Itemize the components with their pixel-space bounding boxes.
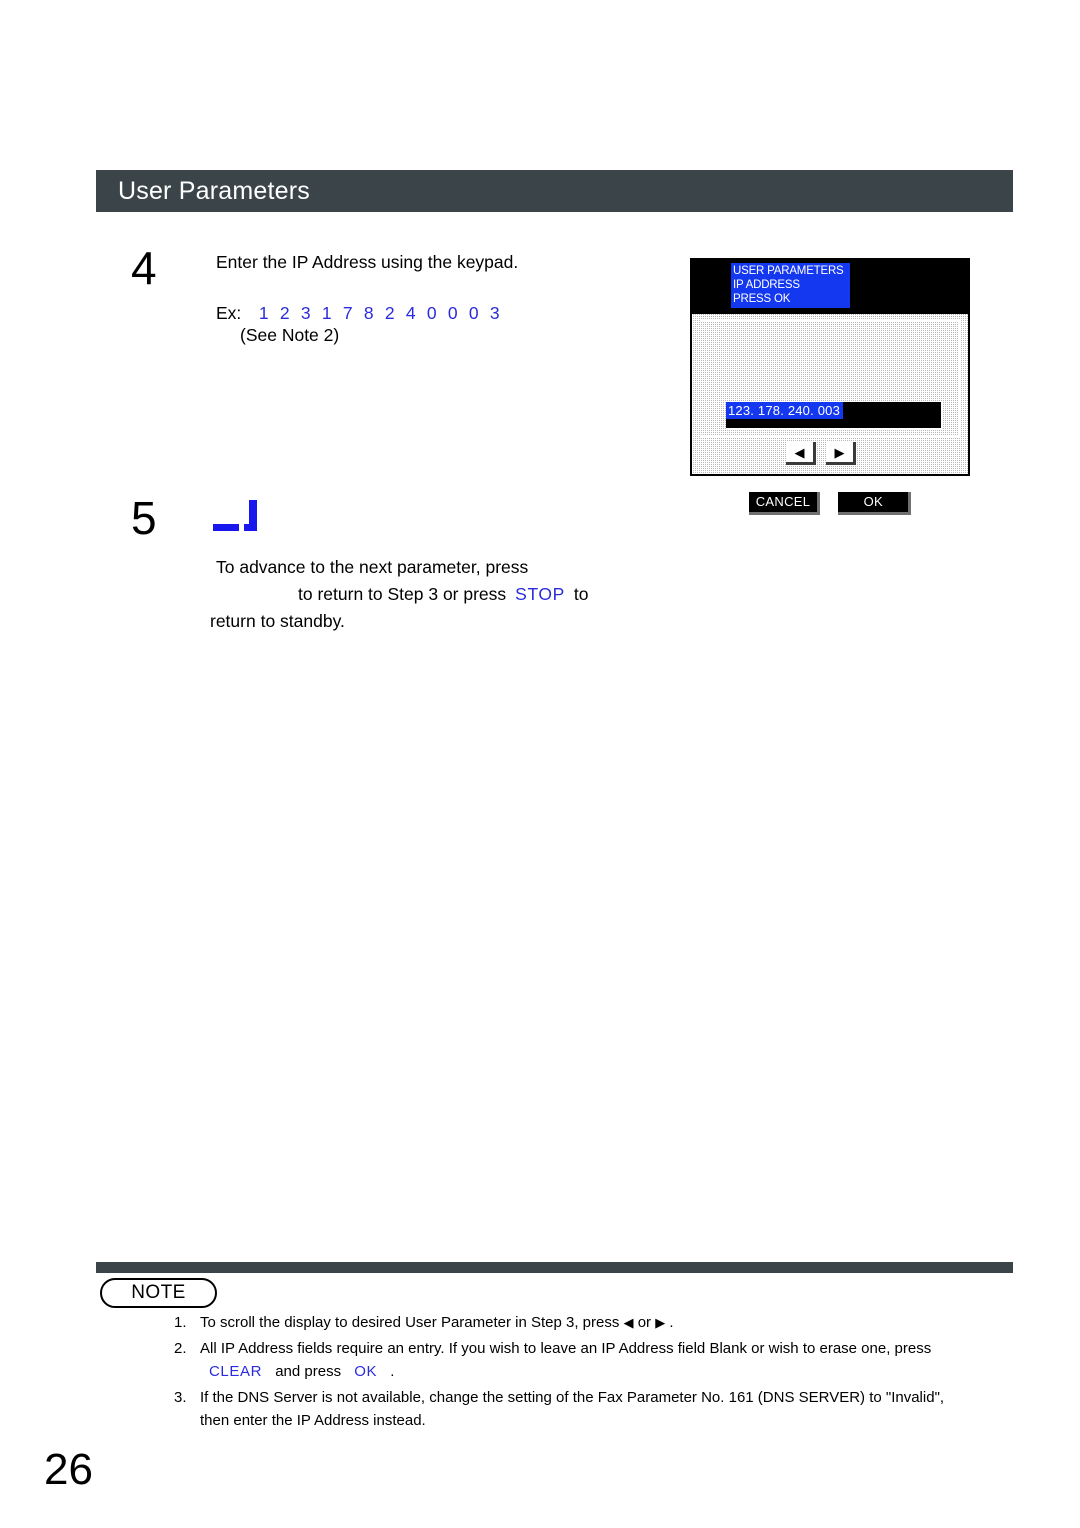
- note-continuation: CLEAR and press OK .: [200, 1360, 1024, 1383]
- note-text: All IP Address fields require an entry. …: [200, 1340, 932, 1357]
- step-4-instruction: Enter the IP Address using the keypad.: [216, 252, 519, 272]
- step-5-line-2-text-b: to: [573, 584, 589, 604]
- note-marker: 3.: [174, 1389, 187, 1406]
- note-list: 1. To scroll the display to desired User…: [174, 1311, 1024, 1435]
- lcd-status-line: IP ADDRESS: [733, 279, 800, 291]
- step-5-line-3: return to standby.: [210, 611, 345, 631]
- arrow-right-icon[interactable]: ▶: [826, 442, 856, 465]
- page-header-bar: User Parameters: [96, 170, 1013, 212]
- lcd-arrow-button-group: ◀ ▶: [786, 442, 856, 465]
- lcd-status-line: USER PARAMETERS: [733, 265, 844, 277]
- arrow-left-icon[interactable]: ◀: [786, 442, 816, 465]
- arrow-right-icon: ▶: [655, 1315, 666, 1330]
- page-title: User Parameters: [118, 176, 310, 205]
- note-item: 2. All IP Address fields require an entr…: [174, 1337, 1024, 1383]
- lcd-cancel-button[interactable]: CANCEL: [748, 492, 821, 515]
- note-text: To scroll the display to desired User Pa…: [200, 1314, 620, 1331]
- step-4-number: 4: [131, 242, 157, 294]
- example-digit: 2: [384, 303, 395, 323]
- note-text: If the DNS Server is not available, chan…: [200, 1389, 945, 1406]
- note-continuation: then enter the IP Address instead.: [200, 1412, 426, 1429]
- step-5-line-2: to return to Step 3 or press STOP to: [216, 579, 589, 609]
- lcd-ip-address-field[interactable]: 123. 178. 240. 003: [726, 402, 943, 430]
- step-5-number: 5: [131, 492, 157, 544]
- note-text-or: or: [637, 1314, 652, 1331]
- note-item: 1. To scroll the display to desired User…: [174, 1311, 1024, 1334]
- enter-key-icon: [213, 500, 257, 531]
- step-4-see-note: (See Note 2): [240, 325, 340, 345]
- example-digit: 4: [405, 303, 416, 323]
- note-text-b: and press: [275, 1363, 342, 1380]
- note-marker: 1.: [174, 1314, 187, 1331]
- example-digit: 0: [468, 303, 479, 323]
- lcd-status-message: USER PARAMETERS IP ADDRESS PRESS OK: [731, 263, 850, 308]
- note-marker: 2.: [174, 1340, 187, 1357]
- note-text-period: .: [669, 1314, 674, 1331]
- example-digit: 0: [447, 303, 458, 323]
- example-digit: 7: [342, 303, 353, 323]
- stop-key-label: STOP: [515, 584, 565, 604]
- lcd-ok-button[interactable]: OK: [838, 492, 912, 515]
- example-digit: 0: [426, 303, 437, 323]
- example-digit: 3: [489, 303, 500, 323]
- lcd-button-row: CANCEL OK: [692, 492, 968, 515]
- example-label: Ex:: [216, 303, 242, 323]
- note-item: 3. If the DNS Server is not available, c…: [174, 1386, 1024, 1432]
- clear-key-label: CLEAR: [209, 1363, 263, 1380]
- step-5-line-2-text-a: to return to Step 3 or press: [298, 584, 507, 604]
- lcd-screen-illustration: USER PARAMETERS IP ADDRESS PRESS OK 123.…: [690, 258, 970, 515]
- ok-key-label: OK: [354, 1363, 378, 1380]
- note-text-c: .: [390, 1363, 395, 1380]
- arrow-left-icon: ◀: [623, 1315, 634, 1330]
- lcd-status-line: PRESS OK: [733, 293, 791, 305]
- lcd-ip-address-value: 123. 178. 240. 003: [726, 402, 844, 419]
- example-digit: 8: [363, 303, 374, 323]
- step-5-line-1: To advance to the next parameter, press: [216, 557, 529, 577]
- page-number: 26: [44, 1445, 93, 1494]
- note-badge: NOTE: [100, 1278, 217, 1308]
- footer-divider: [96, 1262, 1013, 1273]
- lcd-dialog-panel: 123. 178. 240. 003 ◀ ▶ CANCEL OK: [692, 314, 968, 515]
